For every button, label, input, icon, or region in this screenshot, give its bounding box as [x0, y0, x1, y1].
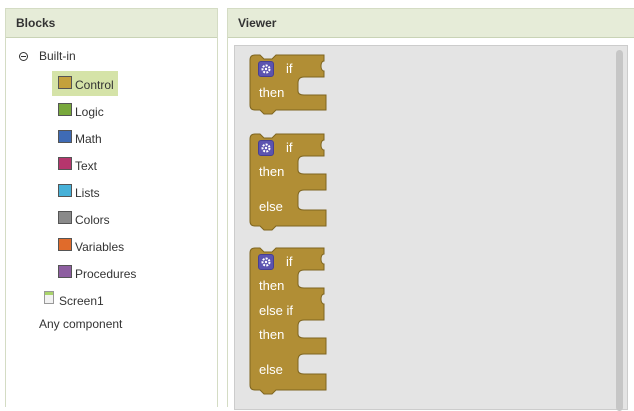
block-label-if: if [286, 61, 293, 76]
block-label-if: if [286, 140, 293, 155]
category-label: Text [75, 159, 98, 173]
gear-icon[interactable] [258, 140, 274, 156]
tree-root-built-in[interactable]: Built-in [39, 46, 76, 66]
colors-color-swatch-icon [58, 211, 72, 224]
control-color-swatch-icon [58, 76, 72, 89]
screen-label: Screen1 [59, 294, 104, 308]
text-color-swatch-icon [58, 157, 72, 170]
gear-icon[interactable] [258, 254, 274, 270]
if-then-else-block[interactable]: if then else [249, 133, 330, 234]
blocks-panel-title: Blocks [6, 9, 217, 38]
viewer-panel-title: Viewer [228, 9, 634, 38]
block-label-then: then [259, 327, 285, 342]
block-label-else: else [259, 362, 283, 377]
blocks-tree: Built-in Control Logic Math Text Lists C… [6, 38, 217, 407]
math-color-swatch-icon [58, 130, 72, 143]
screen-icon [44, 291, 54, 304]
block-label-else: else [259, 199, 283, 214]
variables-color-swatch-icon [58, 238, 72, 251]
category-label: Procedures [75, 267, 137, 281]
block-label-then: then [259, 278, 285, 293]
category-label: Control [75, 78, 114, 92]
gear-icon[interactable] [258, 61, 274, 77]
viewer-panel: Viewer if then if then else if then else… [227, 8, 634, 411]
tree-item-any-component[interactable]: Any component [39, 314, 122, 334]
minus-circle-icon[interactable] [19, 52, 28, 61]
category-label: Math [75, 132, 102, 146]
block-label-else-if: else if [259, 303, 293, 318]
procedures-color-swatch-icon [58, 265, 72, 278]
block-label-if: if [286, 254, 293, 269]
lists-color-swatch-icon [58, 184, 72, 197]
blocks-workspace[interactable]: if then if then else if then else if the… [234, 45, 628, 411]
if-then-block[interactable]: if then [249, 54, 330, 117]
block-label-then: then [259, 85, 285, 100]
category-label: Colors [75, 213, 110, 227]
category-label: Lists [75, 186, 100, 200]
category-label: Logic [75, 105, 104, 119]
workspace-vertical-scrollbar[interactable] [616, 50, 623, 411]
category-label: Variables [75, 240, 125, 254]
blocks-panel: Blocks Built-in Control Logic Math Text … [5, 8, 218, 407]
logic-color-swatch-icon [58, 103, 72, 116]
if-then-elseif-else-block[interactable]: if then else if then else [249, 247, 330, 398]
block-label-then: then [259, 164, 285, 179]
